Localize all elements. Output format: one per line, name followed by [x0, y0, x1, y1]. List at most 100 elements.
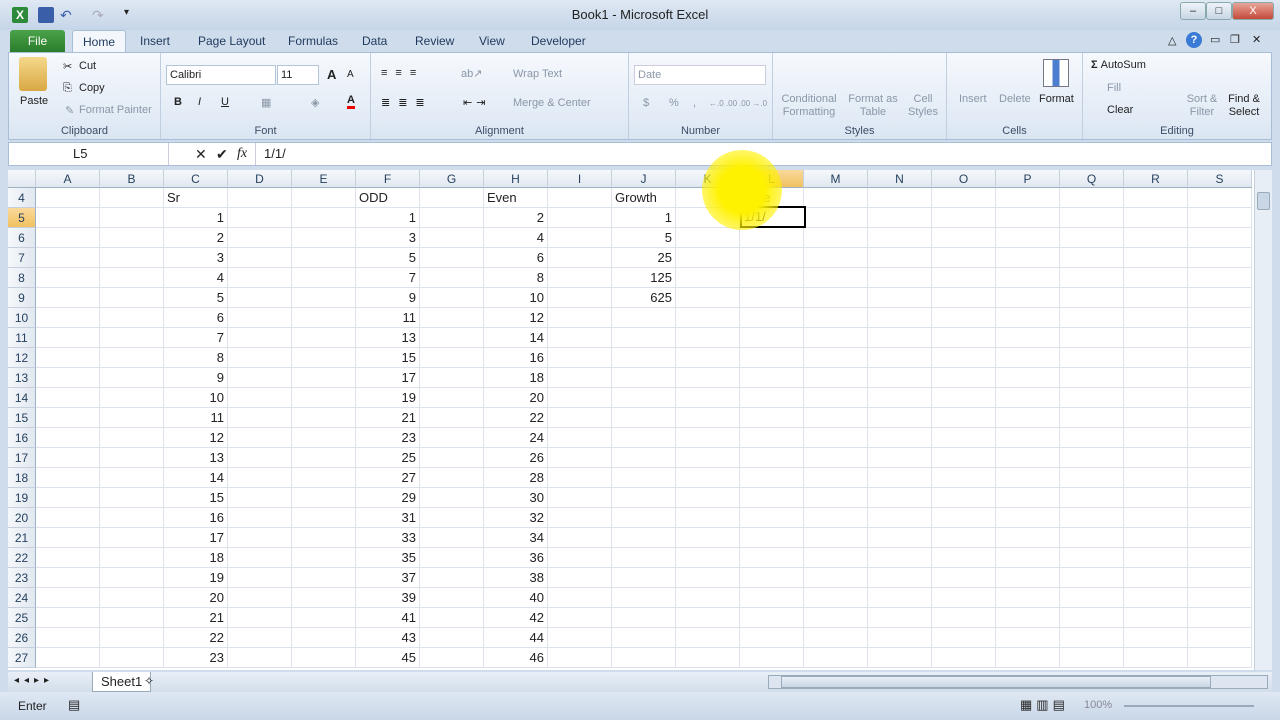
- cell-n26[interactable]: [868, 628, 932, 648]
- cell-p24[interactable]: [996, 588, 1060, 608]
- cell-k15[interactable]: [676, 408, 740, 428]
- cell-a12[interactable]: [36, 348, 100, 368]
- cell-f6[interactable]: 3: [356, 228, 420, 248]
- cell-n25[interactable]: [868, 608, 932, 628]
- cell-a14[interactable]: [36, 388, 100, 408]
- cell-m5[interactable]: [804, 208, 868, 228]
- tab-insert[interactable]: Insert: [130, 30, 180, 52]
- cell-q10[interactable]: [1060, 308, 1124, 328]
- cell-o5[interactable]: [932, 208, 996, 228]
- column-header-n[interactable]: N: [868, 170, 932, 188]
- cell-n24[interactable]: [868, 588, 932, 608]
- cell-i4[interactable]: [548, 188, 612, 208]
- clear-button[interactable]: Clear: [1107, 104, 1133, 116]
- cell-m10[interactable]: [804, 308, 868, 328]
- cell-g21[interactable]: [420, 528, 484, 548]
- cell-g23[interactable]: [420, 568, 484, 588]
- cell-q15[interactable]: [1060, 408, 1124, 428]
- cell-p23[interactable]: [996, 568, 1060, 588]
- cell-o23[interactable]: [932, 568, 996, 588]
- cell-c27[interactable]: 23: [164, 648, 228, 668]
- cell-c18[interactable]: 14: [164, 468, 228, 488]
- cell-b11[interactable]: [100, 328, 164, 348]
- cell-s13[interactable]: [1188, 368, 1252, 388]
- row-header-18[interactable]: 18: [8, 468, 36, 488]
- cell-a8[interactable]: [36, 268, 100, 288]
- cell-a26[interactable]: [36, 628, 100, 648]
- find-select-button[interactable]: Find & Select: [1223, 93, 1265, 119]
- cell-r17[interactable]: [1124, 448, 1188, 468]
- confirm-entry-button[interactable]: ✔: [216, 146, 228, 163]
- cell-c9[interactable]: 5: [164, 288, 228, 308]
- name-box[interactable]: L5: [9, 143, 169, 165]
- cell-o26[interactable]: [932, 628, 996, 648]
- row-header-19[interactable]: 19: [8, 488, 36, 508]
- cell-j23[interactable]: [612, 568, 676, 588]
- cell-f12[interactable]: 15: [356, 348, 420, 368]
- cell-f27[interactable]: 45: [356, 648, 420, 668]
- cell-a10[interactable]: [36, 308, 100, 328]
- cell-j7[interactable]: 25: [612, 248, 676, 268]
- row-header-23[interactable]: 23: [8, 568, 36, 588]
- cell-b8[interactable]: [100, 268, 164, 288]
- cell-n23[interactable]: [868, 568, 932, 588]
- column-header-m[interactable]: M: [804, 170, 868, 188]
- cell-d15[interactable]: [228, 408, 292, 428]
- cell-g24[interactable]: [420, 588, 484, 608]
- cell-s27[interactable]: [1188, 648, 1252, 668]
- cell-k27[interactable]: [676, 648, 740, 668]
- cell-f11[interactable]: 13: [356, 328, 420, 348]
- cell-m24[interactable]: [804, 588, 868, 608]
- cell-n11[interactable]: [868, 328, 932, 348]
- cell-a5[interactable]: [36, 208, 100, 228]
- cell-g16[interactable]: [420, 428, 484, 448]
- cell-n7[interactable]: [868, 248, 932, 268]
- row-header-17[interactable]: 17: [8, 448, 36, 468]
- cell-k4[interactable]: [676, 188, 740, 208]
- cell-e21[interactable]: [292, 528, 356, 548]
- cell-d6[interactable]: [228, 228, 292, 248]
- cell-n22[interactable]: [868, 548, 932, 568]
- cell-q14[interactable]: [1060, 388, 1124, 408]
- cell-h14[interactable]: 20: [484, 388, 548, 408]
- cell-a17[interactable]: [36, 448, 100, 468]
- cell-k23[interactable]: [676, 568, 740, 588]
- insert-sheet-icon[interactable]: ✧: [144, 674, 154, 688]
- cell-i11[interactable]: [548, 328, 612, 348]
- row-header-15[interactable]: 15: [8, 408, 36, 428]
- cell-l4[interactable]: Date: [740, 188, 804, 208]
- cell-c10[interactable]: 6: [164, 308, 228, 328]
- cell-k25[interactable]: [676, 608, 740, 628]
- cell-c4[interactable]: Sr: [164, 188, 228, 208]
- cell-p16[interactable]: [996, 428, 1060, 448]
- cell-d27[interactable]: [228, 648, 292, 668]
- font-size-select[interactable]: 11: [277, 65, 319, 85]
- cell-r9[interactable]: [1124, 288, 1188, 308]
- row-header-6[interactable]: 6: [8, 228, 36, 248]
- cell-p9[interactable]: [996, 288, 1060, 308]
- cell-a6[interactable]: [36, 228, 100, 248]
- cell-o13[interactable]: [932, 368, 996, 388]
- cell-q16[interactable]: [1060, 428, 1124, 448]
- cell-o14[interactable]: [932, 388, 996, 408]
- cut-button[interactable]: Cut: [79, 60, 96, 72]
- cell-s22[interactable]: [1188, 548, 1252, 568]
- cell-f9[interactable]: 9: [356, 288, 420, 308]
- vertical-align-icons[interactable]: ≡≡≡: [381, 67, 424, 79]
- cell-e23[interactable]: [292, 568, 356, 588]
- cell-e5[interactable]: [292, 208, 356, 228]
- cell-i18[interactable]: [548, 468, 612, 488]
- cell-q27[interactable]: [1060, 648, 1124, 668]
- cell-g26[interactable]: [420, 628, 484, 648]
- cell-l16[interactable]: [740, 428, 804, 448]
- cell-l20[interactable]: [740, 508, 804, 528]
- cell-n8[interactable]: [868, 268, 932, 288]
- cell-m7[interactable]: [804, 248, 868, 268]
- zoom-slider[interactable]: [1124, 705, 1254, 707]
- row-header-16[interactable]: 16: [8, 428, 36, 448]
- cell-m21[interactable]: [804, 528, 868, 548]
- cell-d21[interactable]: [228, 528, 292, 548]
- cell-f7[interactable]: 5: [356, 248, 420, 268]
- italic-button[interactable]: I: [198, 96, 201, 108]
- cell-p27[interactable]: [996, 648, 1060, 668]
